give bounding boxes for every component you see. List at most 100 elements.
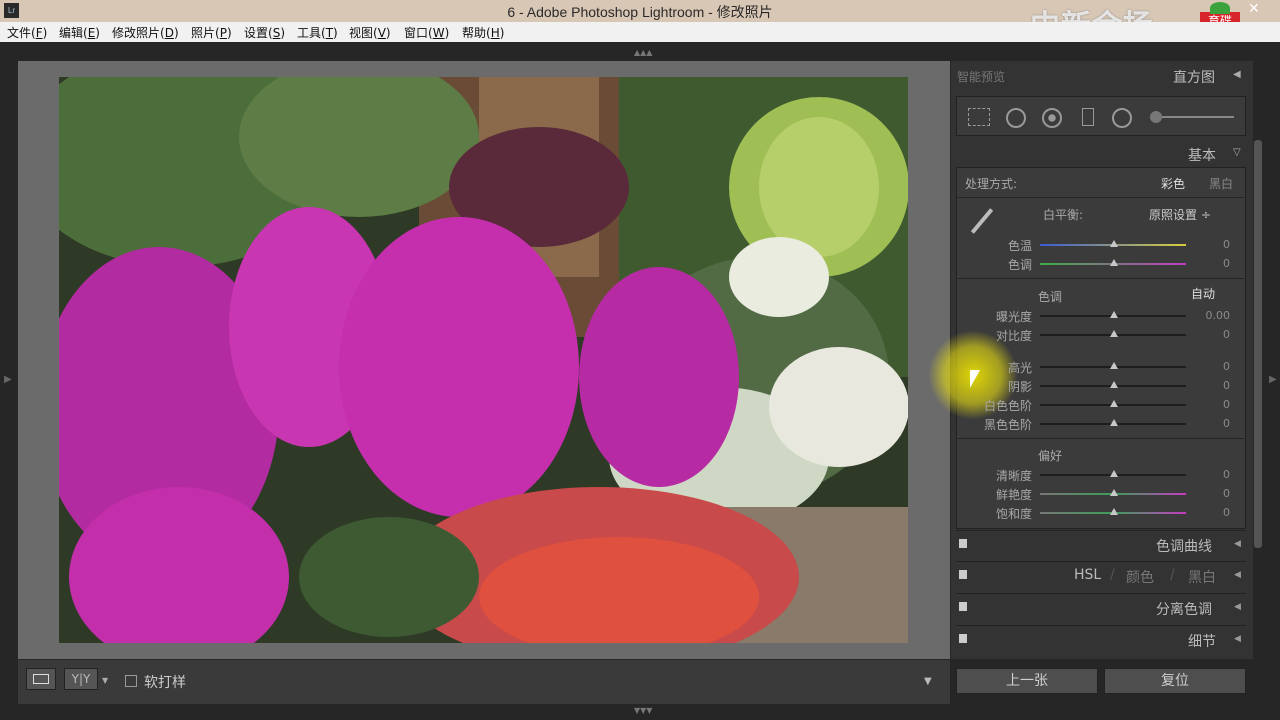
menu-help[interactable]: 帮助(H) <box>462 24 504 41</box>
divider <box>956 438 1246 439</box>
panel-toggle-switch-icon[interactable] <box>959 539 967 548</box>
detail-panel[interactable]: 细节 ◀ <box>956 625 1246 653</box>
adjustment-brush-icon[interactable] <box>1150 111 1162 123</box>
mouse-cursor-icon <box>970 370 980 388</box>
split-toning-panel[interactable]: 分离色调 ◀ <box>956 593 1246 621</box>
smart-preview-label: 智能预览 <box>957 70 1006 84</box>
toolbar-menu-icon[interactable]: ▼ <box>924 676 932 687</box>
previous-button[interactable]: 上一张 <box>956 668 1098 694</box>
tint-slider-thumb[interactable] <box>1110 259 1118 266</box>
saturation-value[interactable]: 0 <box>1200 506 1230 519</box>
leaf-icon <box>1210 2 1230 14</box>
menu-photo[interactable]: 照片(P) <box>191 24 232 41</box>
temp-slider-thumb[interactable] <box>1110 240 1118 247</box>
title-bar: Lr 6 - Adobe Photoshop Lightroom - 修改照片 … <box>0 0 1280 46</box>
tone-curve-panel[interactable]: 色调曲线 ◀ <box>956 530 1246 558</box>
contrast-value[interactable]: 0 <box>1200 328 1230 341</box>
treatment-color-option[interactable]: 彩色 <box>1161 175 1185 192</box>
graduated-filter-icon[interactable] <box>1082 108 1094 126</box>
clarity-value[interactable]: 0 <box>1200 468 1230 481</box>
menu-settings[interactable]: 设置(S) <box>244 24 285 41</box>
compare-view-button[interactable]: Y|Y <box>64 668 98 690</box>
red-eye-icon[interactable] <box>1042 108 1062 128</box>
clarity-label: 清晰度 <box>995 469 1032 483</box>
basic-header[interactable]: 基本 <box>1188 145 1216 165</box>
bw-tab[interactable]: 黑白 <box>1188 567 1216 587</box>
detail-expand-icon[interactable]: ◀ <box>1234 634 1241 644</box>
tone-label: 色调 <box>1038 290 1063 304</box>
exposure-label: 曝光度 <box>995 310 1032 324</box>
tone-curve-header: 色调曲线 <box>1156 539 1212 555</box>
tab-separator: / <box>1170 567 1175 583</box>
temp-label: 色温 <box>1007 239 1032 253</box>
tone-curve-expand-icon[interactable]: ◀ <box>1234 539 1241 549</box>
eyedropper-icon[interactable] <box>966 206 996 236</box>
eyedropper-body <box>970 208 994 234</box>
top-panel-toggle-icon[interactable]: ▲▲▲ <box>634 48 652 57</box>
adjustment-brush-slider[interactable] <box>1152 116 1234 118</box>
crop-tool-icon[interactable] <box>968 108 990 126</box>
basic-collapse-icon[interactable]: ▽ <box>1233 147 1241 158</box>
white-balance-label: 白平衡: <box>1043 208 1084 222</box>
menu-tools[interactable]: 工具(T) <box>297 24 338 41</box>
divider <box>956 278 1246 279</box>
whites-slider-thumb[interactable] <box>1110 400 1118 407</box>
hsl-tab[interactable]: HSL <box>1074 567 1101 583</box>
temp-value[interactable]: 0 <box>1200 238 1230 251</box>
hsl-expand-icon[interactable]: ◀ <box>1234 570 1241 580</box>
compare-dropdown-icon[interactable]: ▼ <box>102 676 108 685</box>
reset-button[interactable]: 复位 <box>1104 668 1246 694</box>
vibrance-label: 鲜艳度 <box>995 488 1032 502</box>
menu-edit[interactable]: 编辑(E) <box>59 24 100 41</box>
vibrance-slider-thumb[interactable] <box>1110 489 1118 496</box>
tab-separator: / <box>1110 567 1115 583</box>
blacks-label: 黑色色阶 <box>983 418 1032 432</box>
detail-header: 细节 <box>1188 634 1216 650</box>
menu-window[interactable]: 窗口(W) <box>404 24 449 41</box>
right-panel-toggle-icon[interactable]: ▶ <box>1269 374 1277 385</box>
shadows-value[interactable]: 0 <box>1200 379 1230 392</box>
photo-image[interactable] <box>59 77 908 643</box>
panel-toggle-switch-icon[interactable] <box>959 570 967 579</box>
soft-proof-checkbox[interactable] <box>125 675 137 687</box>
color-tab[interactable]: 颜色 <box>1126 567 1154 587</box>
close-window-icon[interactable]: ✕ <box>1248 1 1260 17</box>
clarity-slider-thumb[interactable] <box>1110 470 1118 477</box>
split-toning-header: 分离色调 <box>1156 602 1212 618</box>
blacks-value[interactable]: 0 <box>1200 417 1230 430</box>
radial-filter-icon[interactable] <box>1112 108 1132 128</box>
panel-scrollbar[interactable] <box>1254 140 1262 548</box>
left-panel-toggle-icon[interactable]: ▶ <box>4 374 12 385</box>
whites-value[interactable]: 0 <box>1200 398 1230 411</box>
highlights-value[interactable]: 0 <box>1200 360 1230 373</box>
blacks-slider-thumb[interactable] <box>1110 419 1118 426</box>
menu-develop[interactable]: 修改照片(D) <box>112 24 179 41</box>
shadows-slider-thumb[interactable] <box>1110 381 1118 388</box>
exposure-value[interactable]: 0.00 <box>1200 309 1231 322</box>
panel-toggle-switch-icon[interactable] <box>959 634 967 643</box>
vibrance-value[interactable]: 0 <box>1200 487 1230 500</box>
split-toning-expand-icon[interactable]: ◀ <box>1234 602 1241 612</box>
soft-proof-label: 软打样 <box>144 675 186 691</box>
highlights-slider-thumb[interactable] <box>1110 362 1118 369</box>
presence-label: 偏好 <box>1038 449 1063 463</box>
menu-view[interactable]: 视图(V) <box>349 24 391 41</box>
tint-value[interactable]: 0 <box>1200 257 1230 270</box>
saturation-slider-thumb[interactable] <box>1110 508 1118 515</box>
saturation-label: 饱和度 <box>995 507 1032 521</box>
bottom-panel-toggle-icon[interactable]: ▼▼▼ <box>634 706 652 715</box>
shadows-label: 阴影 <box>1007 380 1032 394</box>
treatment-bw-option[interactable]: 黑白 <box>1209 175 1233 192</box>
white-balance-dropdown[interactable]: 原照设置 ÷ <box>1149 206 1211 223</box>
spot-removal-icon[interactable] <box>1006 108 1026 128</box>
hsl-panel[interactable]: HSL / 颜色 / 黑白 ◀ <box>956 561 1246 589</box>
panel-toggle-switch-icon[interactable] <box>959 602 967 611</box>
exposure-slider-thumb[interactable] <box>1110 311 1118 318</box>
loupe-view-button[interactable] <box>26 668 56 690</box>
tone-auto-button[interactable]: 自动 <box>1180 286 1226 304</box>
highlights-label: 高光 <box>1007 361 1032 375</box>
histogram-header[interactable]: 直方图 <box>1173 67 1215 87</box>
histogram-collapse-icon[interactable]: ◀ <box>1233 69 1241 80</box>
contrast-slider-thumb[interactable] <box>1110 330 1118 337</box>
menu-file[interactable]: 文件(F) <box>7 24 47 41</box>
